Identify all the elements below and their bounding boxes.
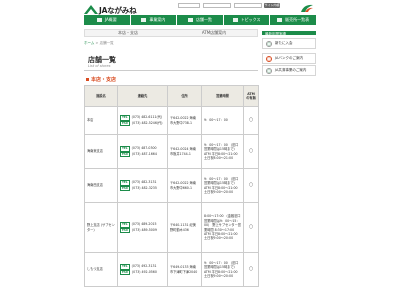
atm-status: 〇 [243,168,259,203]
top-link-sitemap[interactable] [178,3,200,8]
ja-kyosai-icon: 〇 [266,67,272,74]
col-header-contact: 連絡先 [117,85,168,107]
store-address: 〒642-0024 海南市阪井1744-1 [167,134,202,169]
col-header-address: 住所 [167,85,202,107]
sidebar-button-ja-kyosai[interactable]: 〇 JA共済事業のご案内 [262,65,316,76]
ja-overview-icon [96,18,102,22]
table-row: 海南東支店 TEL (073) 487-0300 FAX (073) 487-1664… [84,134,259,169]
fax-badge: FAX [120,151,130,158]
store-contact: TEL (073) 492-3131 FAX (073) 492-0560 [117,252,168,287]
table-row: 海南西支店 TEL (073) 482-3131 FAX (073) 482-3235… [84,168,259,203]
top-link-home[interactable] [203,3,231,8]
table-row: 野上支店 (サブセンター) TEL (073) 489-2015 FAX (073) … [84,202,259,253]
emblem-icon [301,4,313,12]
atm-status: 〇 [243,134,259,169]
site-search-button[interactable]: サイト内検索 [264,3,280,12]
store-address: 〒642-0022 海南市大野中738-1 [167,106,202,135]
nav-topics[interactable]: トピックス [224,15,271,25]
section-heading: 本店・支店 [86,76,256,83]
fax-badge: FAX [120,227,130,234]
atm-status: 〇 [243,106,259,135]
store-address: 〒649-0133 海南市下津町下津2040 [167,252,202,287]
section-marker-icon [86,77,89,81]
store-hours: 9：00～17：00 （窓口営業時間は15時まで） ATM 平日8:00～21:… [201,252,244,287]
sidebar-button-ja-bank[interactable]: 〇 JAバンクのご案内 [262,53,316,64]
fax-badge: FAX [120,120,130,127]
atm-status: 〇 [243,202,259,253]
store-tabs: 本店・支店 ATM店舗案内 [84,29,258,37]
store-hours: 9：00～17：00 [201,106,244,135]
nav-ja-overview[interactable]: JA概要 [84,15,131,25]
fax-badge: FAX [120,185,130,192]
store-name: 野上支店 (サブセンター) [84,202,118,253]
store-name: しもつ支店 [84,252,118,287]
main-nav: JA概要 事業案内 店舗一覧 トピックス 販売所一覧表 [84,15,316,25]
breadcrumb-current: 店舗一覧 [99,41,114,45]
store-hours: 8:00～17:00 （金融窓口営業時間は9：00～15：00） 野上サブセンタ… [201,202,244,253]
col-header-hours: 営業時間 [201,85,244,107]
breadcrumb: ホーム > 店舗一覧 [84,41,114,45]
store-hours: 9：00～17：00 （窓口営業時間は15時まで） ATM 平日8:00～21:… [201,134,244,169]
atm-status: 〇 [243,252,259,287]
store-contact: TEL (073) 487-0300 FAX (073) 487-1664 [117,134,168,169]
sidebar-button-join[interactable]: 〇 新たに入会 [262,38,316,49]
sales-outlets-icon [277,18,283,22]
topics-icon [232,18,238,22]
col-header-atm: ATMの有無 [243,85,259,107]
nav-services[interactable]: 事業案内 [131,15,178,25]
table-row: 本店 TEL (073) 482-6111(代) FAX (073) 482-5246… [84,106,259,135]
sidebar-heading: 最新年間実績 [262,29,316,36]
ja-logo-icon[interactable] [84,5,98,14]
store-contact: TEL (073) 489-2015 FAX (073) 489-5009 [117,202,168,253]
join-icon: 〇 [266,40,272,47]
text-size-field[interactable] [234,3,262,8]
breadcrumb-home[interactable]: ホーム [84,41,94,45]
store-address: 〒642-0022 海南市大野中660-1 [167,168,202,203]
nav-stores[interactable]: 店舗一覧 [177,15,224,25]
ja-bank-icon: 〇 [266,55,272,62]
col-header-name: 施設名 [84,85,118,107]
nav-sales-outlets[interactable]: 販売所一覧表 [270,15,316,25]
store-name: 海南西支店 [84,168,118,203]
store-name: 海南東支店 [84,134,118,169]
table-row: しもつ支店 TEL (073) 492-3131 FAX (073) 492-0560… [84,252,259,287]
store-hours: 9：00～17：00 （窓口営業時間は15時まで） ATM 平日8:00～21:… [201,168,244,203]
title-divider [84,70,258,71]
store-address: 〒640-1131 紀美野町動木436 [167,202,202,253]
services-icon [141,18,147,22]
tab-branches[interactable]: 本店・支店 [85,30,171,36]
stores-icon [187,18,193,22]
page-subtitle: List of stores [88,64,111,68]
store-name: 本店 [84,106,118,135]
store-table: 施設名 連絡先 住所 営業時間 ATMの有無 本店 TEL (073) 482-6… [84,85,259,287]
tab-atm[interactable]: ATM店舗案内 [171,30,257,36]
store-contact: TEL (073) 482-3131 FAX (073) 482-3235 [117,168,168,203]
fax-badge: FAX [120,269,130,276]
table-header-row: 施設名 連絡先 住所 営業時間 ATMの有無 [84,85,259,107]
store-contact: TEL (073) 482-6111(代) FAX (073) 482-5246(代) [117,106,168,135]
